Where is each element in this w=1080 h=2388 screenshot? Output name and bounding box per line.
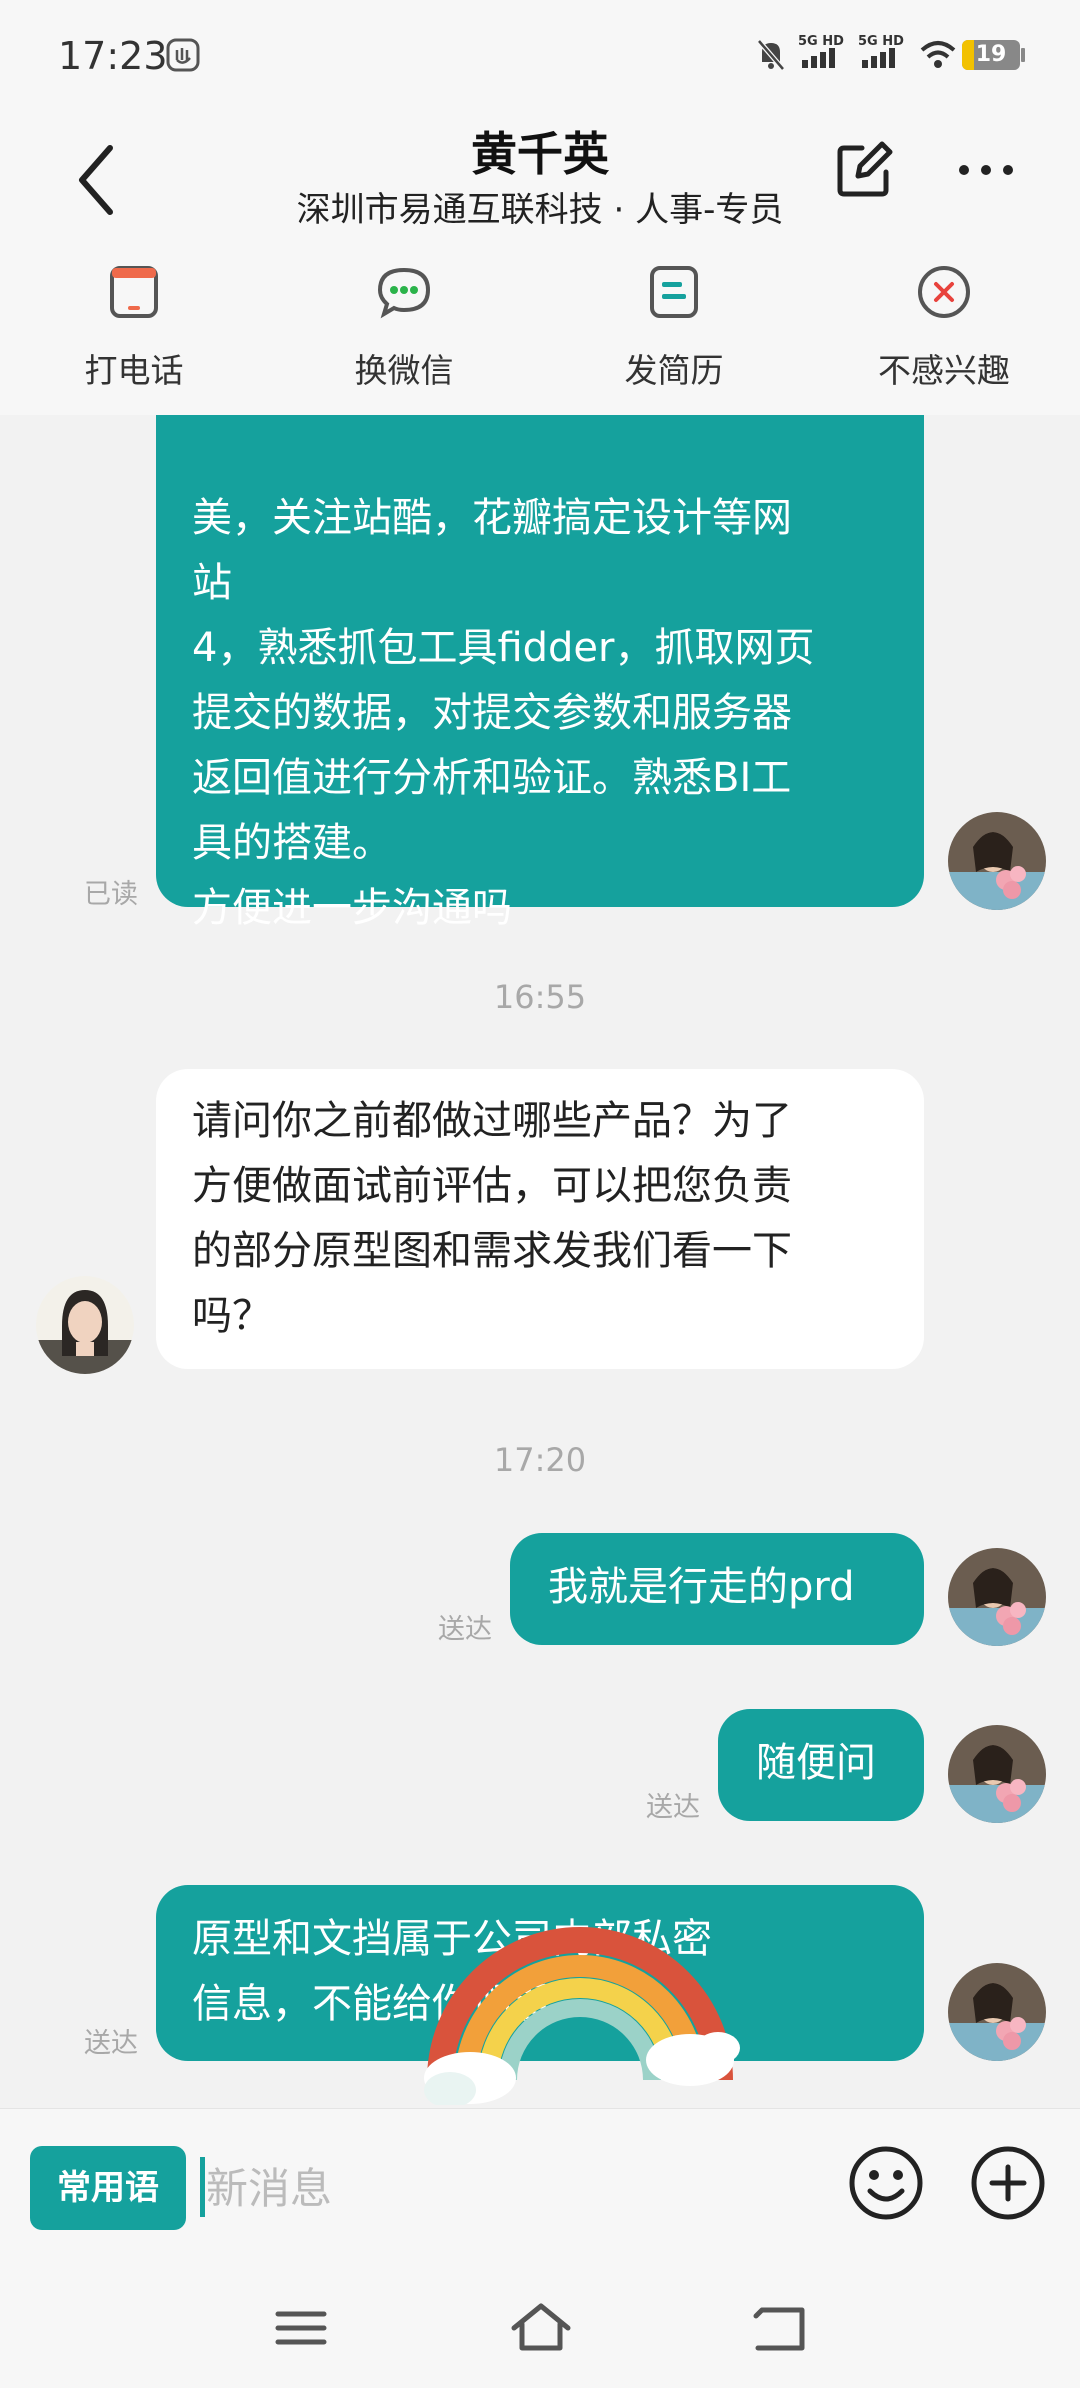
message-text: 我就是行走的prd [548, 1564, 855, 1610]
message-line: 4，熟悉抓包工具fidder，抓取网页 [192, 625, 815, 671]
avatar-image [948, 1725, 1046, 1823]
signal-2-icon: 5G HD [856, 34, 906, 74]
avatar-image [948, 1963, 1046, 2061]
wifi-icon [920, 41, 956, 68]
mute-icon [757, 39, 785, 71]
message-line: 站 [192, 560, 232, 606]
message-cut-line [192, 421, 890, 486]
top-bar: 17:23 5G HD 5G HD 19 黄千英 深圳市易通互联科技 · 人事-… [0, 0, 1080, 415]
message-line: 的部分原型图和需求发我们看一下 [192, 1228, 792, 1274]
chat-header: 黄千英 深圳市易通互联科技 · 人事-专员 [0, 110, 1080, 250]
timestamp: 16:55 [493, 978, 587, 1016]
more-options-icon[interactable] [956, 160, 1016, 180]
message-line: 请问你之前都做过哪些产品？为了 [192, 1098, 792, 1144]
not-interested-icon [918, 266, 970, 318]
network-label-1: 5G HD [798, 34, 844, 49]
exchange-wechat-button[interactable]: 换微信 [304, 262, 504, 392]
status-time: 17:23 [58, 34, 168, 78]
resume-label: 发简历 [624, 351, 724, 390]
message-input[interactable] [204, 2147, 808, 2229]
message-line: 返回值进行分析和验证。熟悉BI工 [192, 755, 792, 801]
resume-icon [650, 266, 698, 318]
menu-icon[interactable] [266, 2298, 336, 2358]
message-line: 方便进一步沟通吗 [192, 885, 512, 931]
message-bubble-outgoing[interactable]: 我就是行走的prd [510, 1533, 924, 1645]
send-resume-button[interactable]: 发简历 [574, 262, 774, 392]
app-notification-icon [166, 38, 200, 72]
contact-company-title: 深圳市易通互联科技 · 人事-专员 [296, 190, 784, 230]
avatar-image [948, 1548, 1046, 1646]
wechat-icon [377, 267, 431, 319]
message-bubble-outgoing[interactable]: 美，关注站酷，花瓣搞定设计等网 站 4，熟悉抓包工具fidder，抓取网页 提交… [156, 415, 924, 931]
action-bar: 打电话 换微信 发简历 不感兴趣 [0, 262, 1080, 392]
call-button[interactable]: 打电话 [34, 262, 234, 392]
message-line: 吗？ [192, 1293, 272, 1339]
phone-icon [110, 266, 158, 318]
message-text: 随便问 [756, 1740, 876, 1786]
wechat-label: 换微信 [354, 351, 454, 390]
timestamp: 17:20 [493, 1441, 587, 1479]
battery-icon: 19 [962, 40, 1020, 70]
message-line: 提交的数据，对提交参数和服务器 [192, 690, 792, 736]
delivered-status: 送达 [646, 1792, 700, 1823]
plus-icon[interactable] [968, 2143, 1048, 2223]
message-line: 美，关注站酷，花瓣搞定设计等网 [192, 495, 792, 541]
not-interested-label: 不感兴趣 [878, 351, 1010, 390]
not-interested-button[interactable]: 不感兴趣 [844, 262, 1044, 392]
system-nav-bar [0, 2268, 1080, 2388]
delivered-status: 送达 [438, 1614, 492, 1645]
signal-1-icon: 5G HD [796, 34, 846, 74]
message-bubble-outgoing[interactable]: 随便问 [718, 1709, 924, 1821]
avatar-image [36, 1276, 134, 1374]
chat-area[interactable]: 美，关注站酷，花瓣搞定设计等网 站 4，熟悉抓包工具fidder，抓取网页 提交… [0, 415, 1080, 2105]
message-bubble-incoming[interactable]: 请问你之前都做过哪些产品？为了 方便做面试前评估，可以把您负责 的部分原型图和需… [156, 1069, 924, 1369]
my-avatar[interactable] [948, 812, 1046, 910]
status-bar: 17:23 5G HD 5G HD 19 [0, 0, 1080, 110]
edit-note-icon[interactable] [832, 138, 896, 202]
home-icon[interactable] [506, 2298, 576, 2358]
network-label-2: 5G HD [858, 34, 904, 49]
message-line: 具的搭建。 [192, 820, 392, 866]
my-avatar[interactable] [948, 1725, 1046, 1823]
read-status: 已读 [84, 879, 138, 910]
message-line: 方便做面试前评估，可以把您负责 [192, 1163, 792, 1209]
avatar-image [948, 812, 1046, 910]
common-phrases-button[interactable]: 常用语 [30, 2146, 186, 2230]
emoji-icon[interactable] [846, 2143, 926, 2223]
back-nav-icon[interactable] [746, 2298, 816, 2358]
delivered-status: 送达 [84, 2028, 138, 2059]
call-label: 打电话 [84, 351, 184, 390]
contact-name: 黄千英 [471, 127, 609, 181]
battery-level: 19 [975, 42, 1007, 67]
input-bar: 常用语 [0, 2108, 1080, 2269]
my-avatar[interactable] [948, 1963, 1046, 2061]
rainbow-sticker-icon [424, 1927, 740, 2105]
my-avatar[interactable] [948, 1548, 1046, 1646]
contact-avatar[interactable] [36, 1276, 134, 1374]
